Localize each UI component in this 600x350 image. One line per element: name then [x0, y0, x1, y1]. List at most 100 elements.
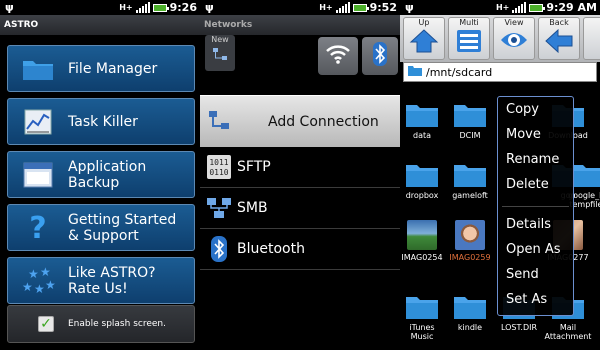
astro-home-screen: ψ H+ 9:26 ASTRO File Manager Task Killer…	[0, 0, 200, 350]
file-name: kindle	[457, 323, 483, 332]
folder-icon	[445, 100, 495, 128]
image-thumbnail-icon	[400, 220, 447, 250]
home-up-icon	[404, 28, 444, 54]
file-name: Mail Attachment	[544, 323, 592, 341]
option-label: SFTP	[237, 159, 271, 175]
move-menu-item[interactable]: Move	[498, 122, 573, 147]
network-type: H+	[119, 3, 133, 12]
status-time: 9:26	[169, 1, 197, 14]
folder-icon	[445, 292, 495, 320]
folder-icon	[400, 160, 447, 188]
application-backup-button[interactable]: Application Backup	[7, 151, 195, 198]
file-item[interactable]: gameloft	[445, 160, 495, 200]
view-button[interactable]: View	[493, 17, 535, 60]
networks-screen: ψ H+ 9:52 Networks New Add Connection 10…	[200, 0, 400, 350]
option-label: SMB	[237, 200, 268, 216]
file-manager-button[interactable]: File Manager	[7, 45, 195, 92]
up-button[interactable]: Up	[403, 17, 445, 60]
getting-started-button[interactable]: ? Getting Started & Support	[7, 204, 195, 251]
signal-icon	[512, 2, 527, 13]
wifi-button[interactable]	[318, 37, 358, 75]
option-label: Bluetooth	[237, 241, 305, 257]
splash-label: Enable splash screen.	[68, 319, 166, 329]
toolbar-label: Back	[549, 18, 569, 27]
status-time: 9:29 AM	[546, 1, 597, 14]
wifi-icon	[325, 43, 351, 69]
file-name: gameloft	[452, 191, 488, 200]
menu-label: File Manager	[68, 60, 158, 77]
toolbar-label: View	[504, 18, 524, 27]
copy-menu-item[interactable]: Copy	[498, 97, 573, 122]
new-label: New	[211, 35, 229, 44]
status-bar: ψ H+ 9:26	[0, 0, 200, 15]
delete-menu-item[interactable]: Delete	[498, 172, 573, 197]
rename-menu-item[interactable]: Rename	[498, 147, 573, 172]
path-bar[interactable]: /mnt/sdcard	[403, 62, 597, 82]
folder-icon	[408, 65, 422, 79]
status-bar: ψ H+ 9:29 AM	[400, 0, 600, 15]
multi-button[interactable]: Multi	[448, 17, 490, 60]
bluetooth-toolbar-button[interactable]	[362, 37, 398, 75]
open-as-menu-item[interactable]: Open As	[498, 237, 573, 262]
bluetooth-option[interactable]: Bluetooth	[200, 229, 400, 270]
toolbar-label: Up	[418, 18, 430, 27]
battery-icon	[352, 3, 369, 12]
set-as-menu-item[interactable]: Set As	[498, 287, 573, 312]
rate-us-button[interactable]: ★ ★ ★ ★ ★ Like ASTRO? Rate Us!	[7, 257, 195, 304]
file-browser-screen: ψ H+ 9:29 AM Up Multi View Back /mnt/sdc…	[400, 0, 600, 350]
usb-icon: ψ	[5, 1, 14, 14]
new-connection-button[interactable]: New	[205, 35, 235, 71]
svg-text:?: ?	[29, 212, 46, 244]
file-item[interactable]: DCIM	[445, 100, 495, 140]
back-button[interactable]: Back	[538, 17, 580, 60]
file-item-selected[interactable]: IMAG0259	[445, 220, 495, 262]
menu-divider	[502, 197, 569, 207]
sftp-option[interactable]: 1011 0110 SFTP	[200, 147, 400, 188]
file-name: IMAG0259	[449, 253, 491, 262]
window-icon	[8, 152, 68, 197]
menu-label: Task Killer	[68, 113, 138, 130]
status-bar: ψ H+ 9:52	[200, 0, 400, 15]
battery-icon	[152, 3, 169, 12]
current-path: /mnt/sdcard	[426, 65, 493, 79]
add-connection-header[interactable]: Add Connection	[200, 95, 400, 147]
folder-icon	[400, 292, 447, 320]
folder-icon	[400, 100, 447, 128]
image-thumbnail-icon	[445, 220, 495, 250]
file-name: iTunes Music	[409, 323, 435, 341]
menu-title: Add Connection	[268, 113, 379, 130]
send-menu-item[interactable]: Send	[498, 262, 573, 287]
task-killer-button[interactable]: Task Killer	[7, 98, 195, 145]
toolbar-label: Multi	[459, 18, 479, 27]
file-name: LOST.DIR	[500, 323, 538, 332]
folder-icon	[8, 46, 68, 91]
status-time: 9:52	[369, 1, 397, 14]
smb-option[interactable]: SMB	[200, 188, 400, 229]
menu-label: Getting Started & Support	[68, 211, 177, 244]
svg-text:★: ★	[28, 267, 39, 281]
signal-icon	[135, 2, 150, 13]
file-item[interactable]: IMAG0254	[400, 220, 447, 262]
eye-icon	[494, 28, 534, 52]
file-item[interactable]: dropbox	[400, 160, 447, 200]
check-icon[interactable]: ✓	[38, 316, 54, 332]
bluetooth-icon	[200, 236, 237, 262]
network-type: H+	[319, 3, 333, 12]
bluetooth-icon	[373, 42, 387, 70]
more-toolbar-button[interactable]	[583, 17, 600, 60]
file-context-menu: Copy Move Rename Delete Details Open As …	[497, 96, 574, 316]
svg-text:★: ★	[45, 278, 56, 292]
question-icon: ?	[8, 205, 68, 250]
file-item[interactable]: iTunes Music	[400, 292, 447, 341]
network-icon	[200, 197, 237, 219]
file-name: dropbox	[405, 191, 439, 200]
menu-label: Like ASTRO? Rate Us!	[68, 264, 156, 297]
file-item[interactable]: data	[400, 100, 447, 140]
network-icon	[205, 47, 235, 63]
svg-text:★: ★	[22, 280, 33, 294]
file-name: DCIM	[459, 131, 481, 140]
details-menu-item[interactable]: Details	[498, 212, 573, 237]
file-name: IMAG0254	[401, 253, 443, 262]
file-item[interactable]: kindle	[445, 292, 495, 332]
splash-screen-toggle[interactable]: ✓ Enable splash screen.	[7, 305, 195, 343]
